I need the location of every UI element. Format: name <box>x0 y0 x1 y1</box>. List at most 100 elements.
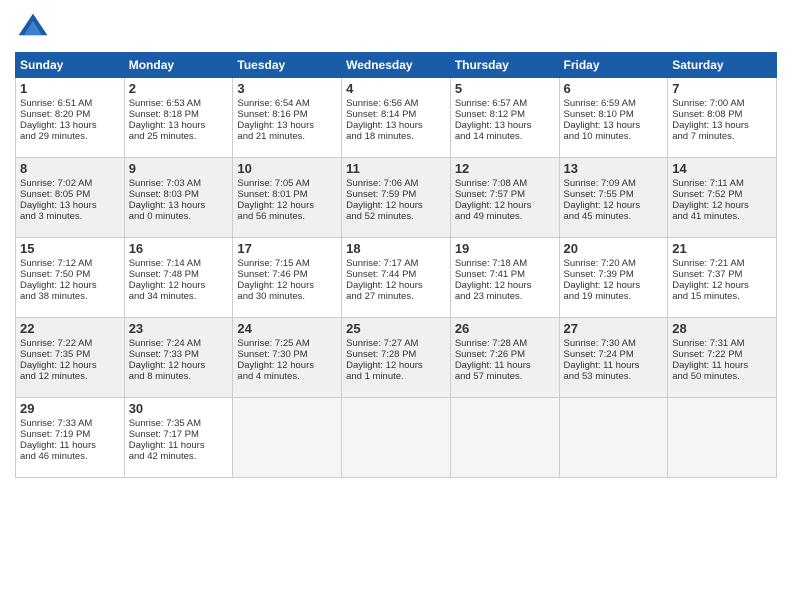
day-info: Sunset: 7:35 PM <box>20 349 120 360</box>
day-info: Daylight: 11 hours <box>20 440 120 451</box>
calendar-cell: 4Sunrise: 6:56 AMSunset: 8:14 PMDaylight… <box>342 78 451 158</box>
day-info: and 45 minutes. <box>564 211 664 222</box>
day-info: and 12 minutes. <box>20 371 120 382</box>
day-info: Daylight: 12 hours <box>20 280 120 291</box>
calendar-cell <box>342 398 451 478</box>
day-number: 11 <box>346 161 446 176</box>
day-info: Sunset: 8:03 PM <box>129 189 229 200</box>
day-info: Sunset: 7:22 PM <box>672 349 772 360</box>
day-info: Daylight: 13 hours <box>564 120 664 131</box>
day-info: Daylight: 12 hours <box>346 200 446 211</box>
day-info: Sunset: 8:10 PM <box>564 109 664 120</box>
day-info: and 25 minutes. <box>129 131 229 142</box>
day-info: Sunrise: 7:06 AM <box>346 178 446 189</box>
day-number: 21 <box>672 241 772 256</box>
day-info: Sunrise: 7:28 AM <box>455 338 555 349</box>
calendar-cell: 10Sunrise: 7:05 AMSunset: 8:01 PMDayligh… <box>233 158 342 238</box>
logo <box>15 10 55 46</box>
day-info: Daylight: 12 hours <box>455 280 555 291</box>
day-info: and 0 minutes. <box>129 211 229 222</box>
day-info: Daylight: 12 hours <box>237 360 337 371</box>
weekday-header: Sunday <box>16 53 125 78</box>
day-info: Sunrise: 7:15 AM <box>237 258 337 269</box>
day-number: 19 <box>455 241 555 256</box>
day-info: Sunrise: 7:09 AM <box>564 178 664 189</box>
day-number: 10 <box>237 161 337 176</box>
calendar-cell: 27Sunrise: 7:30 AMSunset: 7:24 PMDayligh… <box>559 318 668 398</box>
day-info: Daylight: 12 hours <box>564 200 664 211</box>
day-info: Sunrise: 7:02 AM <box>20 178 120 189</box>
calendar-cell: 26Sunrise: 7:28 AMSunset: 7:26 PMDayligh… <box>450 318 559 398</box>
day-info: Sunrise: 7:20 AM <box>564 258 664 269</box>
calendar-cell: 16Sunrise: 7:14 AMSunset: 7:48 PMDayligh… <box>124 238 233 318</box>
day-number: 9 <box>129 161 229 176</box>
day-info: Sunset: 7:55 PM <box>564 189 664 200</box>
day-number: 25 <box>346 321 446 336</box>
day-number: 6 <box>564 81 664 96</box>
day-info: Daylight: 13 hours <box>129 120 229 131</box>
calendar-cell: 8Sunrise: 7:02 AMSunset: 8:05 PMDaylight… <box>16 158 125 238</box>
day-number: 29 <box>20 401 120 416</box>
day-number: 27 <box>564 321 664 336</box>
day-info: Sunset: 7:48 PM <box>129 269 229 280</box>
calendar-cell: 23Sunrise: 7:24 AMSunset: 7:33 PMDayligh… <box>124 318 233 398</box>
day-info: Sunset: 8:14 PM <box>346 109 446 120</box>
day-info: Sunrise: 6:57 AM <box>455 98 555 109</box>
day-info: Daylight: 13 hours <box>346 120 446 131</box>
day-info: Daylight: 12 hours <box>346 360 446 371</box>
calendar-cell: 13Sunrise: 7:09 AMSunset: 7:55 PMDayligh… <box>559 158 668 238</box>
header <box>15 10 777 46</box>
day-number: 18 <box>346 241 446 256</box>
day-number: 24 <box>237 321 337 336</box>
day-info: Sunrise: 7:05 AM <box>237 178 337 189</box>
calendar-cell: 1Sunrise: 6:51 AMSunset: 8:20 PMDaylight… <box>16 78 125 158</box>
day-info: and 42 minutes. <box>129 451 229 462</box>
calendar-cell: 14Sunrise: 7:11 AMSunset: 7:52 PMDayligh… <box>668 158 777 238</box>
day-number: 5 <box>455 81 555 96</box>
day-info: Sunset: 7:50 PM <box>20 269 120 280</box>
day-info: Daylight: 12 hours <box>455 200 555 211</box>
day-info: Sunset: 7:46 PM <box>237 269 337 280</box>
day-info: Daylight: 12 hours <box>346 280 446 291</box>
day-info: and 56 minutes. <box>237 211 337 222</box>
day-info: and 1 minute. <box>346 371 446 382</box>
day-info: Sunrise: 7:12 AM <box>20 258 120 269</box>
day-info: Sunrise: 7:00 AM <box>672 98 772 109</box>
calendar-table: SundayMondayTuesdayWednesdayThursdayFrid… <box>15 52 777 478</box>
calendar-cell <box>559 398 668 478</box>
day-info: Daylight: 11 hours <box>455 360 555 371</box>
calendar-cell: 6Sunrise: 6:59 AMSunset: 8:10 PMDaylight… <box>559 78 668 158</box>
day-info: and 30 minutes. <box>237 291 337 302</box>
day-info: Sunset: 7:26 PM <box>455 349 555 360</box>
day-info: Sunrise: 6:51 AM <box>20 98 120 109</box>
weekday-header: Friday <box>559 53 668 78</box>
day-info: and 21 minutes. <box>237 131 337 142</box>
day-info: Sunrise: 6:54 AM <box>237 98 337 109</box>
weekday-header: Tuesday <box>233 53 342 78</box>
day-info: and 7 minutes. <box>672 131 772 142</box>
calendar-cell: 20Sunrise: 7:20 AMSunset: 7:39 PMDayligh… <box>559 238 668 318</box>
day-info: and 29 minutes. <box>20 131 120 142</box>
day-info: Sunset: 7:37 PM <box>672 269 772 280</box>
day-number: 1 <box>20 81 120 96</box>
day-info: Sunrise: 7:27 AM <box>346 338 446 349</box>
calendar-cell: 2Sunrise: 6:53 AMSunset: 8:18 PMDaylight… <box>124 78 233 158</box>
day-info: Sunset: 8:16 PM <box>237 109 337 120</box>
day-info: Sunset: 8:20 PM <box>20 109 120 120</box>
day-info: Sunrise: 7:21 AM <box>672 258 772 269</box>
day-info: Daylight: 13 hours <box>672 120 772 131</box>
weekday-header: Monday <box>124 53 233 78</box>
day-info: Sunrise: 7:24 AM <box>129 338 229 349</box>
day-info: and 34 minutes. <box>129 291 229 302</box>
weekday-header: Wednesday <box>342 53 451 78</box>
day-number: 4 <box>346 81 446 96</box>
calendar-cell: 15Sunrise: 7:12 AMSunset: 7:50 PMDayligh… <box>16 238 125 318</box>
day-info: and 46 minutes. <box>20 451 120 462</box>
calendar-cell: 30Sunrise: 7:35 AMSunset: 7:17 PMDayligh… <box>124 398 233 478</box>
day-info: and 52 minutes. <box>346 211 446 222</box>
day-info: Sunrise: 7:22 AM <box>20 338 120 349</box>
weekday-header: Saturday <box>668 53 777 78</box>
day-info: Daylight: 12 hours <box>129 280 229 291</box>
day-info: Daylight: 12 hours <box>672 280 772 291</box>
day-info: Sunset: 7:41 PM <box>455 269 555 280</box>
